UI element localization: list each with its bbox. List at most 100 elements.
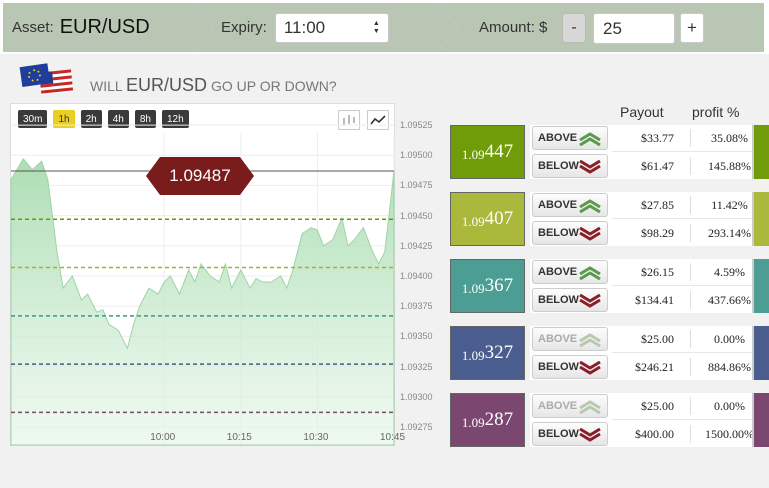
- candlestick-chart-icon[interactable]: [338, 110, 360, 130]
- strike-color-tab: [752, 393, 769, 447]
- above-label: ABOVE: [538, 333, 578, 345]
- strike-price-prefix: 1.09: [461, 147, 485, 162]
- above-button[interactable]: ABOVE: [532, 193, 608, 217]
- expiry-label: Expiry:: [221, 19, 267, 36]
- y-tick-label: 1.09525: [400, 120, 433, 131]
- line-chart-icon[interactable]: [367, 110, 389, 130]
- below-row: BELOW $61.47 145.88%: [530, 153, 769, 179]
- strike-color-tab: [752, 326, 769, 380]
- below-payout: $98.29: [641, 225, 674, 240]
- strike-card: 1.09 407 ABOVE $27.85 11.42% BELOW $98.2…: [450, 192, 769, 246]
- above-button[interactable]: ABOVE: [532, 126, 608, 150]
- question-prefix: WILL: [90, 77, 123, 94]
- asset-segment[interactable]: Asset: EUR/USD: [3, 3, 213, 52]
- strike-price-digits: 287: [484, 409, 514, 430]
- above-payout: $25.00: [641, 331, 674, 346]
- below-button[interactable]: BELOW: [532, 422, 608, 446]
- expiry-select[interactable]: 11:00 ▲ ▼: [274, 12, 389, 43]
- y-tick-label: 1.09350: [400, 331, 433, 342]
- timeframe-bar: 30m 1h 2h 4h 8h 12h: [18, 110, 189, 128]
- amount-increase-button[interactable]: +: [680, 13, 704, 43]
- strike-options: ABOVE $27.85 11.42% BELOW $98.29 293.14%: [530, 192, 769, 246]
- row-divider: [612, 352, 769, 353]
- amount-decrease-button[interactable]: -: [562, 13, 586, 43]
- below-label: BELOW: [538, 428, 579, 440]
- strike-price[interactable]: 1.09 407: [450, 192, 525, 246]
- strike-price[interactable]: 1.09 447: [450, 125, 525, 179]
- question-line: WILL EUR/USD GO UP OR DOWN?: [18, 62, 337, 100]
- profit-header: profit %: [692, 104, 740, 120]
- strike-card: 1.09 327 ABOVE $25.00 0.00% BELOW $246.2…: [450, 326, 769, 380]
- strike-price-digits: 367: [484, 275, 514, 296]
- strike-price-digits: 327: [484, 342, 514, 363]
- x-tick-label: 10:00: [150, 432, 176, 443]
- question-suffix: GO UP OR DOWN?: [210, 77, 337, 94]
- below-label: BELOW: [538, 361, 579, 373]
- above-label: ABOVE: [538, 199, 578, 211]
- below-payout: $246.21: [635, 359, 674, 374]
- above-button[interactable]: ABOVE: [532, 260, 608, 284]
- strike-color-tab: [752, 125, 769, 179]
- above-row: ABOVE $25.00 0.00%: [530, 326, 769, 352]
- below-button[interactable]: BELOW: [532, 221, 608, 245]
- above-payout: $33.77: [641, 130, 674, 145]
- y-tick-label: 1.09475: [400, 180, 433, 191]
- row-divider: [612, 218, 769, 219]
- asset-value[interactable]: EUR/USD: [60, 16, 150, 39]
- expiry-value: 11:00: [283, 17, 326, 37]
- below-button[interactable]: BELOW: [532, 288, 608, 312]
- strike-price[interactable]: 1.09 327: [450, 326, 525, 380]
- strike-card: 1.09 447 ABOVE $33.77 35.08% BELOW $61.4…: [450, 125, 769, 179]
- above-label: ABOVE: [538, 132, 578, 144]
- timeframe-8h-button[interactable]: 8h: [134, 110, 156, 128]
- below-row: BELOW $400.00 1500.00%: [530, 421, 769, 447]
- above-payout: $25.00: [641, 398, 674, 413]
- strike-options: ABOVE $26.15 4.59% BELOW $134.41 437.66%: [530, 259, 769, 313]
- y-tick-label: 1.09275: [400, 421, 433, 432]
- below-row: BELOW $98.29 293.14%: [530, 220, 769, 246]
- timeframe-1h-button[interactable]: 1h: [53, 110, 75, 128]
- above-label: ABOVE: [538, 266, 578, 278]
- strike-color-tab: [752, 192, 769, 246]
- strike-card: 1.09 287 ABOVE $25.00 0.00% BELOW $400.0…: [450, 393, 769, 447]
- below-label: BELOW: [538, 294, 579, 306]
- below-payout: $61.47: [641, 158, 674, 173]
- row-divider: [612, 151, 769, 152]
- expiry-segment: Expiry: 11:00 ▲ ▼: [193, 3, 458, 52]
- y-tick-label: 1.09500: [400, 150, 433, 161]
- strike-price-prefix: 1.09: [461, 415, 485, 430]
- above-payout: $27.85: [641, 197, 674, 212]
- x-tick-label: 10:45: [380, 432, 406, 443]
- strike-price-digits: 447: [484, 141, 514, 162]
- amount-input[interactable]: 25: [593, 13, 675, 44]
- asset-label: Asset:: [12, 19, 54, 36]
- y-tick-label: 1.09400: [400, 270, 433, 281]
- below-payout: $134.41: [635, 292, 674, 307]
- y-tick-label: 1.09300: [400, 391, 433, 402]
- above-payout: $26.15: [641, 264, 674, 279]
- timeframe-30m-button[interactable]: 30m: [18, 110, 48, 128]
- top-bar: Asset: EUR/USD Expiry: 11:00 ▲ ▼ Amount: …: [0, 0, 769, 54]
- strike-color-tab: [752, 259, 769, 313]
- row-divider: [612, 285, 769, 286]
- below-label: BELOW: [538, 227, 579, 239]
- x-tick-label: 10:30: [303, 432, 329, 443]
- strike-options: ABOVE $33.77 35.08% BELOW $61.47 145.88%: [530, 125, 769, 179]
- strike-price[interactable]: 1.09 367: [450, 259, 525, 313]
- timeframe-4h-button[interactable]: 4h: [107, 110, 129, 128]
- below-button[interactable]: BELOW: [532, 154, 608, 178]
- below-button[interactable]: BELOW: [532, 355, 608, 379]
- timeframe-12h-button[interactable]: 12h: [161, 110, 189, 128]
- strike-options: ABOVE $25.00 0.00% BELOW $400.00 1500.00…: [530, 393, 769, 447]
- above-button: ABOVE: [532, 394, 608, 418]
- timeframe-2h-button[interactable]: 2h: [80, 110, 102, 128]
- strike-price[interactable]: 1.09 287: [450, 393, 525, 447]
- x-tick-label: 10:15: [226, 432, 252, 443]
- above-label: ABOVE: [538, 400, 578, 412]
- price-chart[interactable]: 30m 1h 2h 4h 8h 12h: [10, 103, 395, 446]
- below-label: BELOW: [538, 160, 579, 172]
- above-row: ABOVE $27.85 11.42%: [530, 192, 769, 218]
- above-row: ABOVE $26.15 4.59%: [530, 259, 769, 285]
- row-divider: [612, 419, 769, 420]
- strike-price-prefix: 1.09: [461, 281, 485, 296]
